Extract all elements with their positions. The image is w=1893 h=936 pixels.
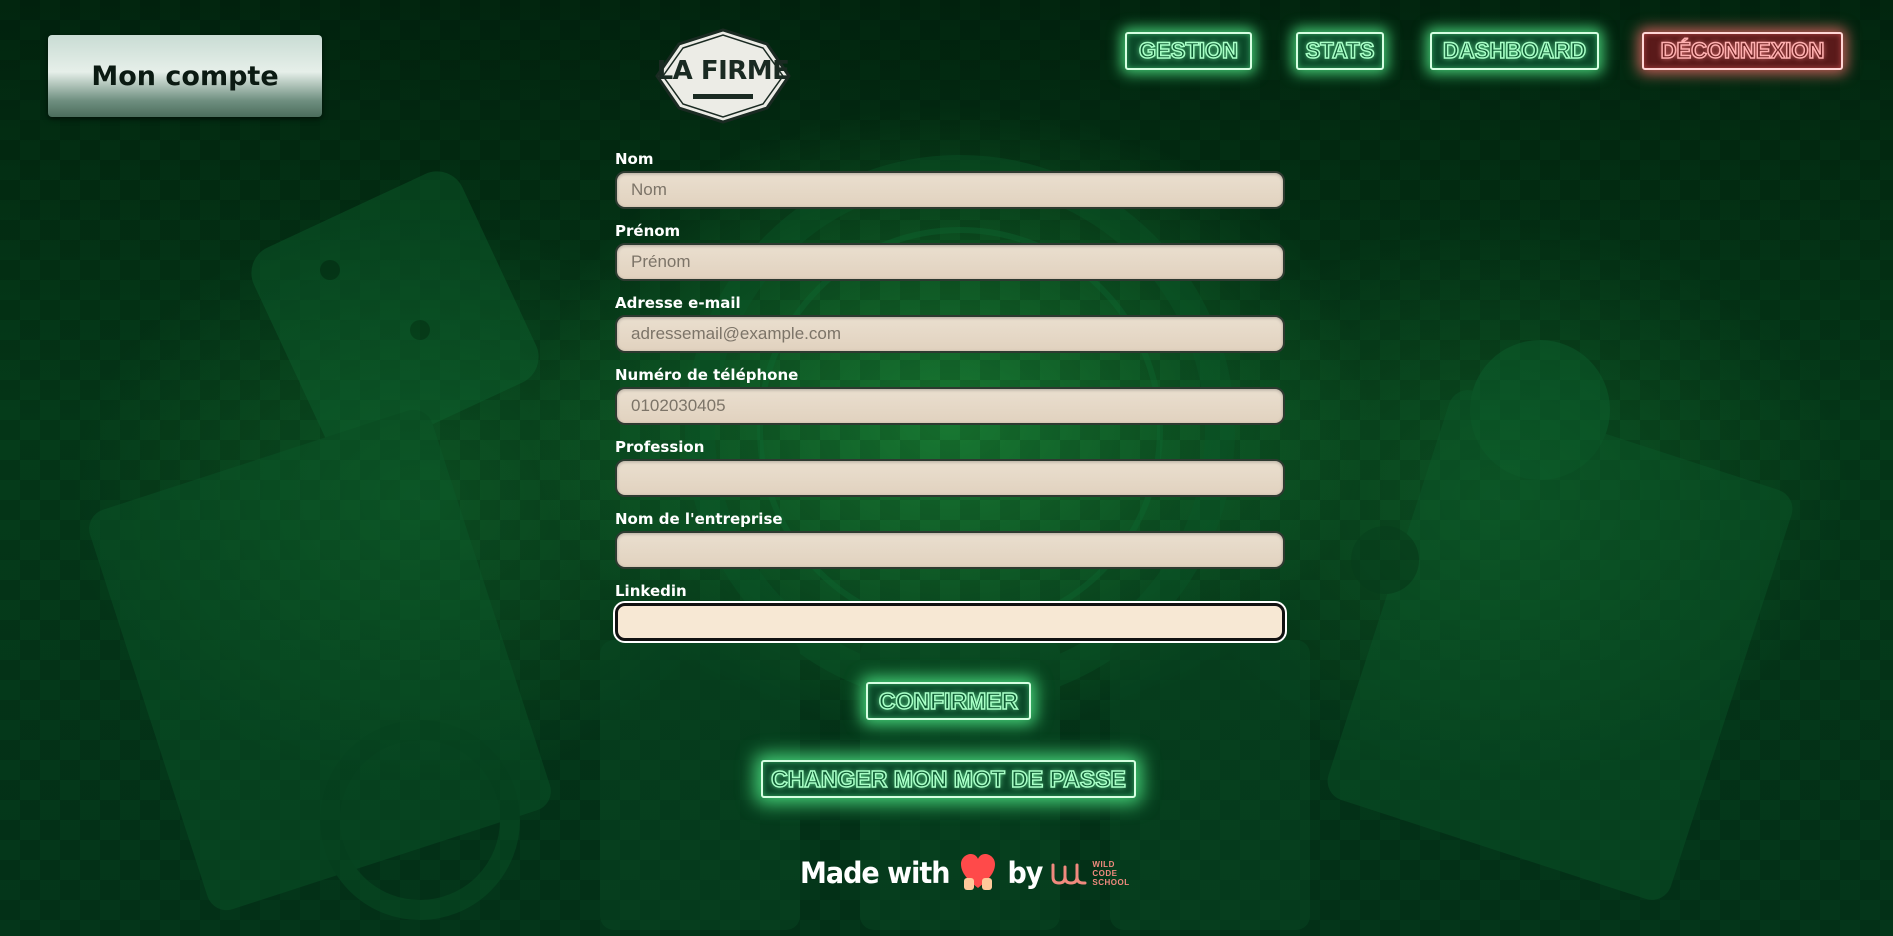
- field-label-linkedin: Linkedin: [615, 582, 687, 600]
- field-label-nom: Nom: [615, 150, 654, 168]
- nom-input[interactable]: [615, 171, 1285, 209]
- account-form: Nom Prénom Adresse e-mail Numéro de télé…: [615, 150, 1285, 654]
- field-label-email: Adresse e-mail: [615, 294, 741, 312]
- my-account-button[interactable]: Mon compte: [48, 35, 322, 117]
- nav-gestion-button[interactable]: GESTION: [1125, 32, 1252, 70]
- wild-code-school-logo[interactable]: WILD CODE SCHOOL: [1050, 859, 1129, 887]
- footer-made-with: Made with: [800, 855, 950, 891]
- footer-by: by: [1007, 855, 1043, 891]
- heart-hands-icon: [961, 854, 996, 890]
- wild-code-school-icon: [1051, 863, 1087, 885]
- field-prenom: Prénom: [615, 222, 1285, 281]
- school-line-3: SCHOOL: [1092, 877, 1130, 887]
- field-nom: Nom: [615, 150, 1285, 209]
- nav-stats-button[interactable]: STATS: [1296, 32, 1384, 70]
- logo-text: LA FIRME: [656, 56, 790, 86]
- field-profession: Profession: [615, 438, 1285, 497]
- school-line-2: CODE: [1092, 868, 1118, 878]
- confirm-button[interactable]: CONFIRMER: [866, 682, 1031, 720]
- la-firme-logo[interactable]: LA FIRME: [655, 28, 791, 124]
- field-company: Nom de l'entreprise: [615, 510, 1285, 569]
- logout-button[interactable]: DÉCONNEXION: [1642, 32, 1843, 70]
- wild-code-school-text: WILD CODE SCHOOL: [1092, 860, 1129, 887]
- prenom-input[interactable]: [615, 243, 1285, 281]
- field-email: Adresse e-mail: [615, 294, 1285, 353]
- linkedin-input[interactable]: [615, 603, 1285, 641]
- email-input[interactable]: [615, 315, 1285, 353]
- field-phone: Numéro de téléphone: [615, 366, 1285, 425]
- field-label-company: Nom de l'entreprise: [615, 510, 783, 528]
- field-linkedin: Linkedin: [615, 582, 1285, 641]
- footer-credit: Made with by WILD CODE SCHOOL: [800, 848, 1130, 898]
- field-label-phone: Numéro de téléphone: [615, 366, 799, 384]
- profession-input[interactable]: [615, 459, 1285, 497]
- school-line-1: WILD: [1092, 859, 1115, 869]
- field-label-prenom: Prénom: [615, 222, 681, 240]
- field-label-profession: Profession: [615, 438, 705, 456]
- company-input[interactable]: [615, 531, 1285, 569]
- phone-input[interactable]: [615, 387, 1285, 425]
- change-password-button[interactable]: CHANGER MON MOT DE PASSE: [761, 760, 1136, 798]
- nav-dashboard-button[interactable]: DASHBOARD: [1430, 32, 1599, 70]
